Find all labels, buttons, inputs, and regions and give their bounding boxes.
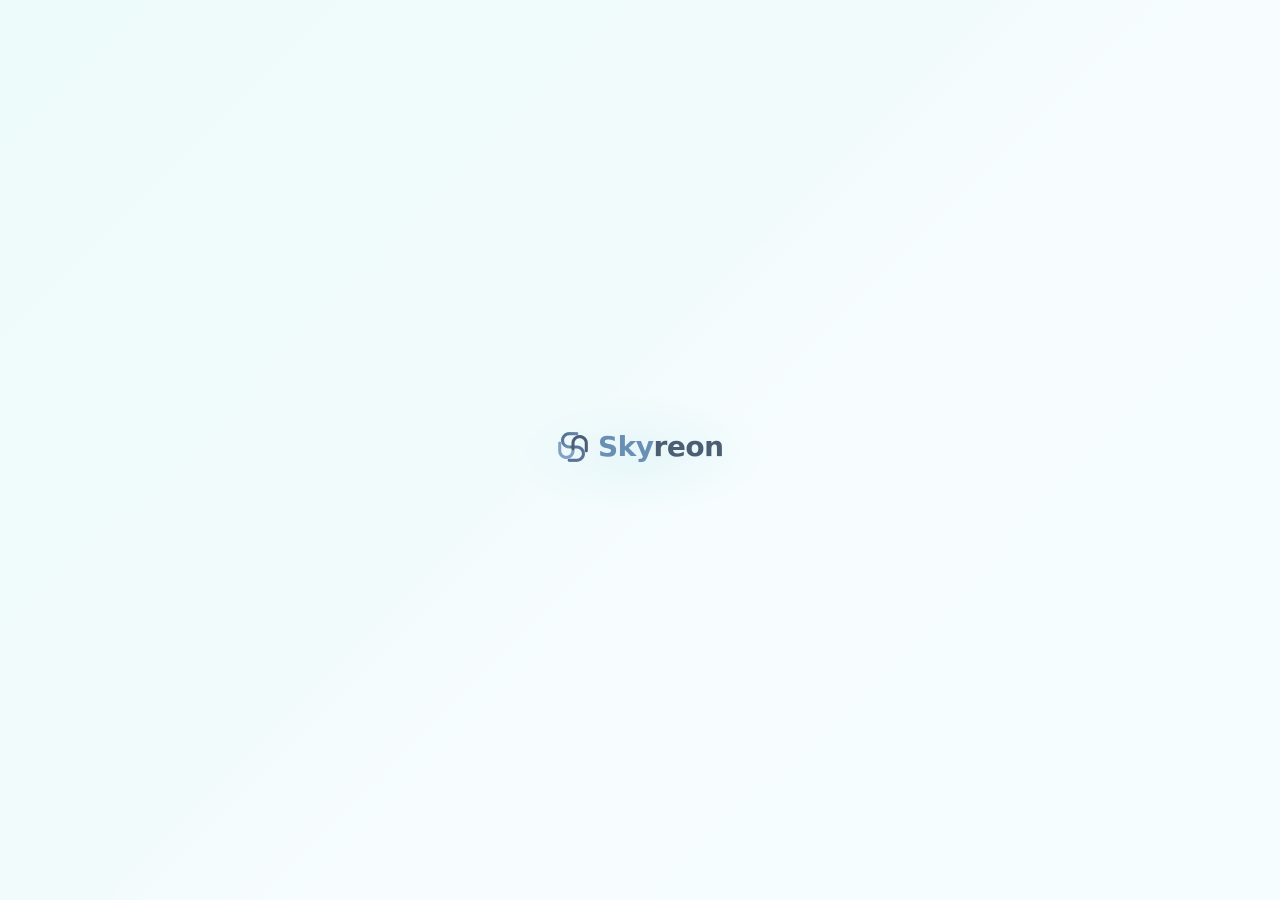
brand-name-part-1: Sky [598,430,654,463]
interlocking-links-icon [558,432,588,462]
brand-logo: Skyreon [554,427,724,467]
splash-screen: Skyreon [0,0,1280,900]
brand-name-part-2: reon [653,430,724,463]
brand-wordmark: Skyreon [598,427,724,467]
